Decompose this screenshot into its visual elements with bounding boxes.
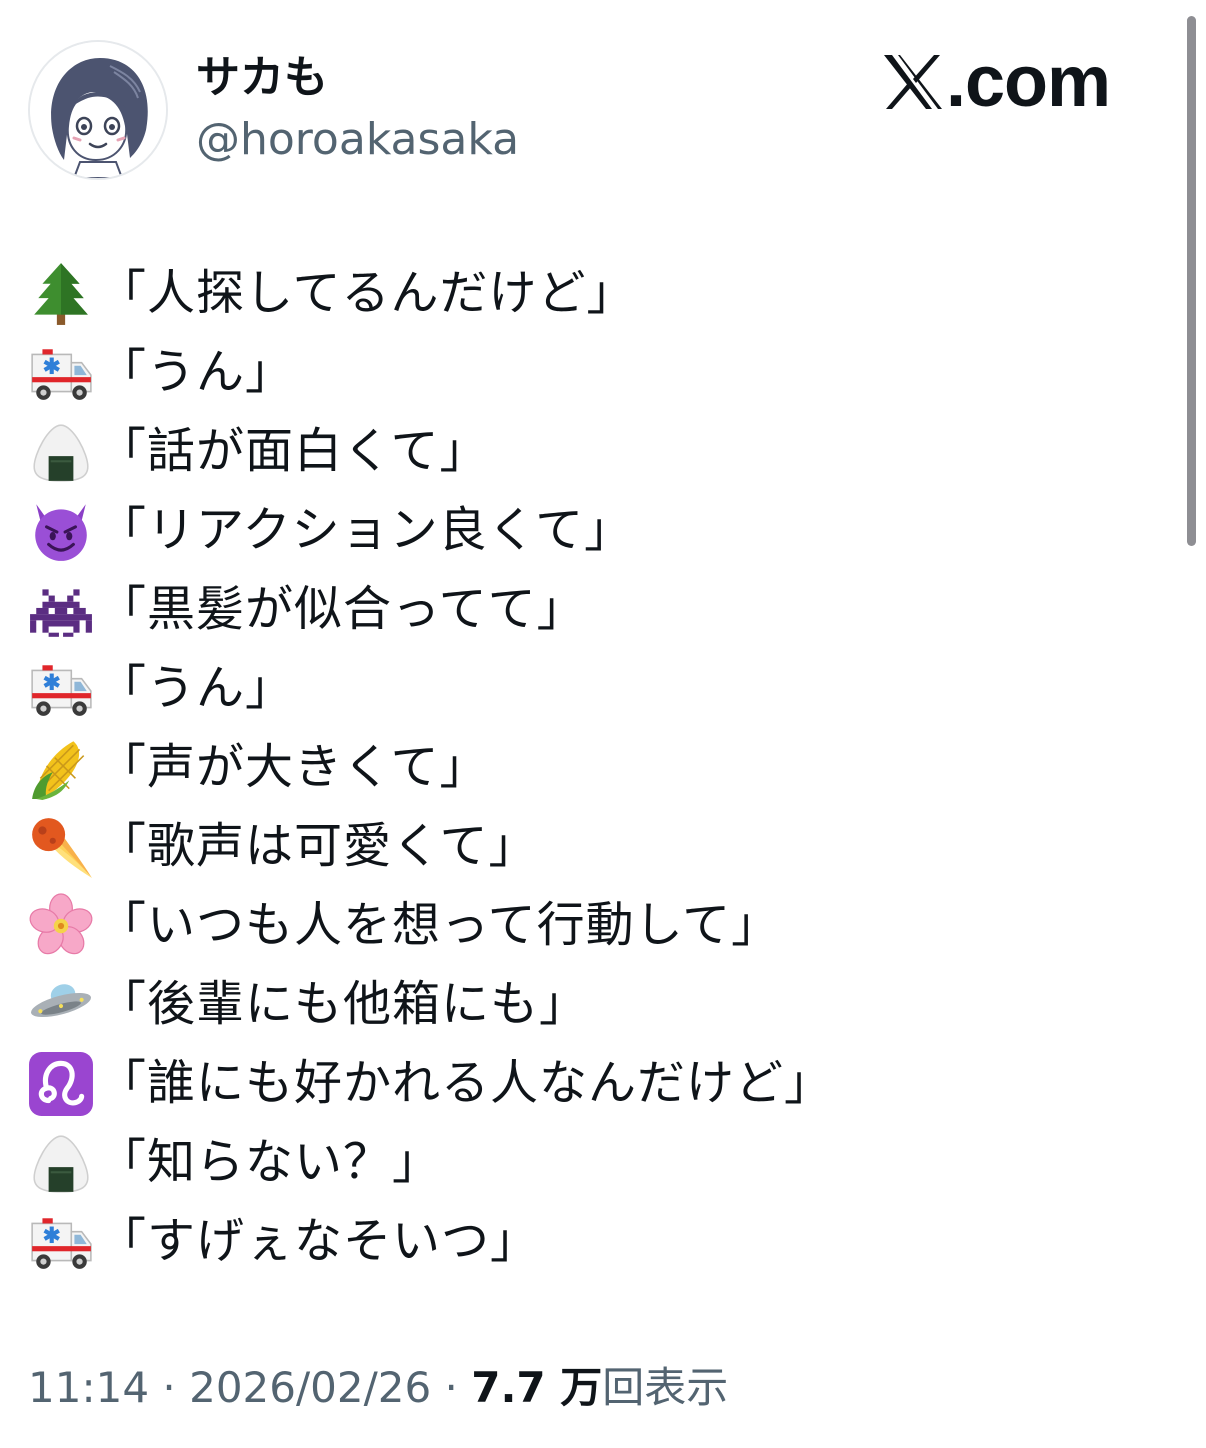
- tweet-line: 「後輩にも他箱にも」: [28, 965, 1168, 1044]
- tweet-line: 「知らない？」: [28, 1123, 1168, 1202]
- tweet-time[interactable]: 11:14: [28, 1363, 149, 1412]
- tweet-line-text: 「人探してるんだけど」: [98, 265, 636, 321]
- ufo-icon: [28, 972, 94, 1038]
- author-display-name[interactable]: サカも: [196, 48, 328, 108]
- ambulance-icon: [28, 1209, 94, 1275]
- tweet-line-text: 「知らない？」: [98, 1134, 442, 1190]
- corn-icon: [28, 735, 94, 801]
- leo-sign-icon: [28, 1051, 94, 1117]
- smiling-devil-icon: [28, 498, 94, 564]
- comet-icon: [28, 814, 94, 880]
- tweet-line-text: 「リアクション良くて」: [98, 502, 634, 558]
- tweet-line-text: 「すげぇなそいつ」: [98, 1213, 540, 1269]
- tweet-line: 「すげぇなそいつ」: [28, 1202, 1168, 1281]
- tweet-line-text: 「後輩にも他箱にも」: [98, 976, 589, 1032]
- tweet-line-text: 「声が大きくて」: [98, 739, 489, 795]
- tweet-line: 「話が面白くて」: [28, 412, 1168, 491]
- ambulance-icon: [28, 340, 94, 406]
- tweet-line-text: 「話が面白くて」: [98, 423, 489, 479]
- tweet-line: 「黒髪が似合ってて」: [28, 570, 1168, 649]
- tweet-line-text: 「いつも人を想って行動して」: [98, 897, 781, 953]
- rice-ball-icon: [28, 419, 94, 485]
- tweet-line-text: 「うん」: [98, 344, 295, 400]
- tweet-line: 「声が大きくて」: [28, 728, 1168, 807]
- vertical-scrollbar[interactable]: [1187, 16, 1196, 546]
- tweet-line: 「人探してるんだけど」: [28, 254, 1168, 333]
- tweet-date[interactable]: 2026/02/26: [189, 1363, 431, 1412]
- tweet-metadata: 11:14 · 2026/02/26 · 7.7 万回表示: [28, 1358, 728, 1418]
- tweet-line: 「うん」: [28, 333, 1168, 412]
- ambulance-icon: [28, 656, 94, 722]
- tweet-line: 「リアクション良くて」: [28, 491, 1168, 570]
- tweet-line-text: 「誰にも好かれる人なんだけど」: [98, 1055, 834, 1111]
- author-avatar[interactable]: [28, 40, 168, 180]
- meta-separator: ·: [149, 1363, 190, 1412]
- views-label[interactable]: 回表示: [602, 1363, 728, 1412]
- tweet-line-text: 「歌声は可愛くて」: [98, 818, 538, 874]
- x-com-brand[interactable]: .com: [882, 42, 1111, 122]
- cherry-blossom-icon: [28, 893, 94, 959]
- evergreen-tree-icon: [28, 261, 94, 327]
- tweet-body: 「人探してるんだけど」 「うん」 「話が面白くて」 「リアクション良くて」 「黒…: [28, 254, 1168, 1281]
- tweet-line: 「うん」: [28, 649, 1168, 728]
- tweet-line: 「誰にも好かれる人なんだけど」: [28, 1044, 1168, 1123]
- x-logo-icon: [884, 55, 942, 109]
- tweet-line-text: 「黒髪が似合ってて」: [98, 581, 586, 637]
- brand-text: .com: [946, 42, 1111, 122]
- meta-separator: ·: [431, 1363, 472, 1412]
- tweet-line: 「いつも人を想って行動して」: [28, 886, 1168, 965]
- author-handle[interactable]: @horoakasaka: [196, 110, 519, 170]
- views-count[interactable]: 7.7 万: [471, 1363, 602, 1412]
- avatar-illustration-icon: [30, 42, 166, 178]
- tweet-line: 「歌声は可愛くて」: [28, 807, 1168, 886]
- space-invader-icon: [28, 577, 94, 643]
- rice-ball-icon: [28, 1130, 94, 1196]
- tweet-line-text: 「うん」: [98, 660, 295, 716]
